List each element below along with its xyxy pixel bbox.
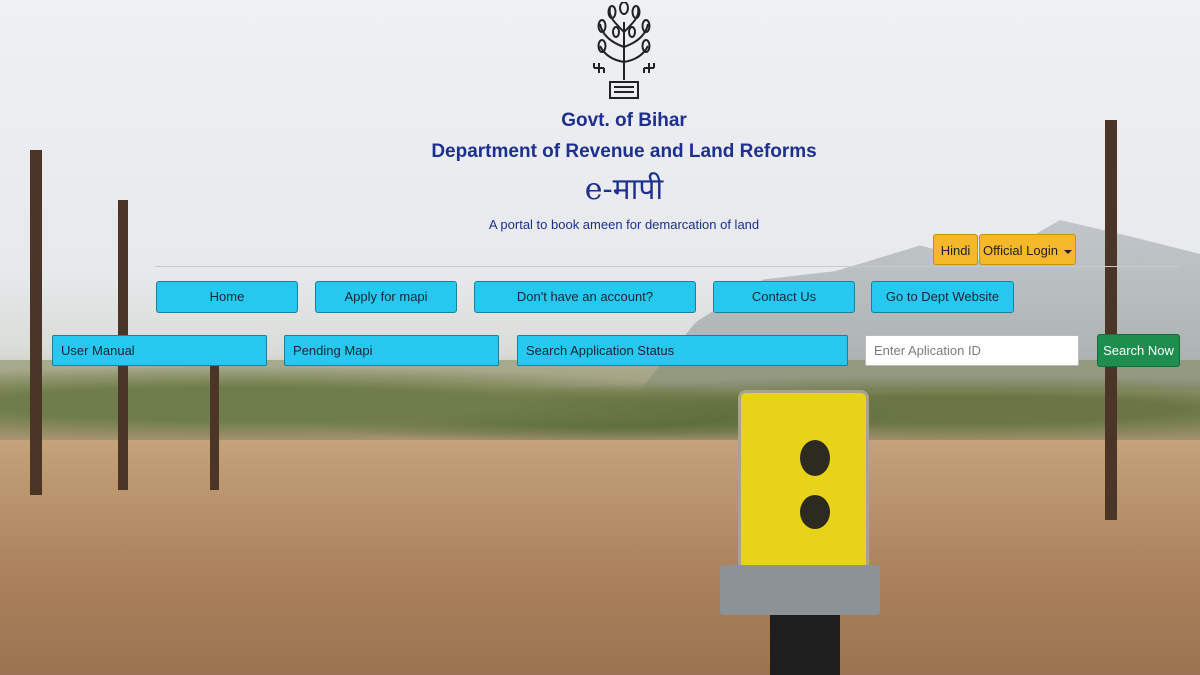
contact-us-button[interactable]: Contact Us bbox=[713, 281, 855, 313]
survey-instrument-image bbox=[720, 370, 880, 675]
background-tree-trunk bbox=[210, 350, 219, 490]
tagline: A portal to book ameen for demarcation o… bbox=[488, 217, 760, 232]
register-button[interactable]: Don't have an account? bbox=[474, 281, 696, 313]
pending-mapi-button[interactable]: Pending Mapi bbox=[284, 335, 499, 366]
caret-down-icon bbox=[1063, 249, 1072, 254]
header-divider bbox=[155, 266, 1180, 267]
official-login-dropdown[interactable]: Official Login bbox=[979, 234, 1076, 265]
application-id-input[interactable] bbox=[865, 335, 1079, 366]
search-now-button[interactable]: Search Now bbox=[1097, 334, 1180, 367]
user-manual-button[interactable]: User Manual bbox=[52, 335, 267, 366]
apply-for-mapi-button[interactable]: Apply for mapi bbox=[315, 281, 457, 313]
bihar-emblem-icon bbox=[593, 2, 655, 99]
official-login-label: Official Login bbox=[983, 243, 1058, 258]
search-application-status-button[interactable]: Search Application Status bbox=[517, 335, 848, 366]
hindi-button[interactable]: Hindi bbox=[933, 234, 978, 265]
govt-title: Govt. of Bihar bbox=[561, 110, 687, 131]
home-button[interactable]: Home bbox=[156, 281, 298, 313]
portal-name: e-मापी bbox=[584, 172, 664, 207]
dept-website-button[interactable]: Go to Dept Website bbox=[871, 281, 1014, 313]
background-ground bbox=[0, 440, 1200, 675]
page: Govt. of Bihar Department of Revenue and… bbox=[0, 0, 1200, 675]
department-title: Department of Revenue and Land Reforms bbox=[431, 141, 817, 162]
